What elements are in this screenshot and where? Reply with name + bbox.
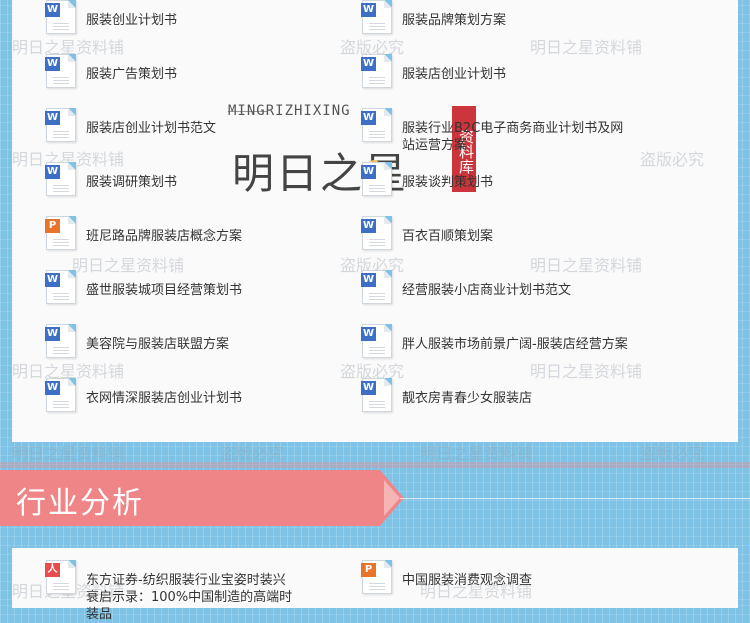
- file-type-badge: W: [361, 273, 376, 287]
- word-doc-icon: W: [45, 378, 76, 412]
- file-name: 服装谈判策划书: [402, 175, 494, 190]
- file-item[interactable]: W 服装品牌策划方案: [361, 0, 632, 34]
- file-type-badge: W: [45, 165, 60, 179]
- file-type-badge: W: [361, 57, 376, 71]
- file-name: 班尼路品牌服装店概念方案: [86, 229, 243, 244]
- file-type-badge: W: [361, 165, 376, 179]
- file-type-badge: W: [45, 111, 60, 125]
- word-doc-icon: W: [361, 216, 392, 250]
- file-name: 服装店创业计划书范文: [86, 121, 217, 136]
- file-name: 中国服装消费观念调查: [402, 573, 533, 588]
- file-name: 盛世服装城项目经营策划书: [86, 283, 243, 298]
- section-line: [400, 498, 750, 499]
- word-doc-icon: W: [45, 162, 76, 196]
- word-doc-icon: W: [45, 54, 76, 88]
- file-type-badge: W: [361, 111, 376, 125]
- file-name: 服装店创业计划书: [402, 67, 507, 82]
- watermark-text: 盗版必究: [640, 150, 705, 169]
- file-type-badge: P: [361, 563, 376, 577]
- word-doc-icon: W: [361, 0, 392, 34]
- file-type-badge: W: [361, 327, 376, 341]
- watermark-text: 明日之星资料铺: [12, 444, 125, 463]
- file-name: 服装调研策划书: [86, 175, 178, 190]
- ppt-doc-icon: P: [45, 216, 76, 250]
- file-name: 服装品牌策划方案: [402, 13, 507, 28]
- word-doc-icon: W: [361, 108, 392, 142]
- file-item[interactable]: W 服装创业计划书: [45, 0, 296, 34]
- watermark-text: 盗版必究: [640, 444, 705, 463]
- file-name: 美容院与服装店联盟方案: [86, 337, 230, 352]
- file-item[interactable]: W 服装店创业计划书范文: [45, 108, 296, 142]
- file-type-badge: W: [45, 57, 60, 71]
- file-type-badge: W: [45, 3, 60, 17]
- file-type-badge: W: [361, 3, 376, 17]
- file-name: 服装行业B2C电子商务商业计划书及网站运营方案: [402, 121, 624, 153]
- file-name: 靓衣房青春少女服装店: [402, 391, 533, 406]
- file-name: 百衣百顺策划案: [402, 229, 494, 244]
- file-item[interactable]: W 胖人服装市场前景广阔-服装店经营方案: [361, 324, 632, 358]
- ppt-doc-icon: P: [361, 560, 392, 594]
- file-item[interactable]: W 服装广告策划书: [45, 54, 296, 88]
- watermark-text: 盗版必究: [220, 444, 285, 463]
- file-name: 服装创业计划书: [86, 13, 178, 28]
- file-type-badge: W: [45, 273, 60, 287]
- pdf-doc-icon: 人: [45, 560, 76, 594]
- file-item[interactable]: W 美容院与服装店联盟方案: [45, 324, 296, 358]
- file-item[interactable]: W 百衣百顺策划案: [361, 216, 632, 250]
- word-doc-icon: W: [361, 378, 392, 412]
- word-doc-icon: W: [361, 324, 392, 358]
- file-item[interactable]: W 靓衣房青春少女服装店: [361, 378, 632, 412]
- file-name: 衣网情深服装店创业计划书: [86, 391, 243, 406]
- file-item[interactable]: W 衣网情深服装店创业计划书: [45, 378, 296, 412]
- file-item[interactable]: W 经营服装小店商业计划书范文: [361, 270, 632, 304]
- word-doc-icon: W: [45, 324, 76, 358]
- word-doc-icon: W: [361, 162, 392, 196]
- section-title: 行业分析: [16, 486, 144, 521]
- file-item[interactable]: W 服装谈判策划书: [361, 162, 632, 196]
- file-item[interactable]: W 盛世服装城项目经营策划书: [45, 270, 296, 304]
- word-doc-icon: W: [45, 270, 76, 304]
- section-arrow-icon: [384, 480, 400, 516]
- file-type-badge: W: [45, 327, 60, 341]
- word-doc-icon: W: [45, 108, 76, 142]
- watermark-text: 明日之星资料铺: [420, 444, 533, 463]
- file-type-badge: P: [45, 219, 60, 233]
- file-type-badge: W: [361, 381, 376, 395]
- file-name: 经营服装小店商业计划书范文: [402, 283, 572, 298]
- file-item[interactable]: P 班尼路品牌服装店概念方案: [45, 216, 296, 250]
- file-name: 东方证券-纺织服装行业宝姿时装兴衰启示录：100%中国制造的高端时装品: [86, 573, 293, 622]
- file-type-badge: W: [361, 219, 376, 233]
- file-type-badge: 人: [45, 563, 60, 577]
- file-item[interactable]: 人东方证券-纺织服装行业宝姿时装兴衰启示录：100%中国制造的高端时装品: [45, 560, 296, 623]
- file-type-badge: W: [45, 381, 60, 395]
- file-item[interactable]: W 服装调研策划书: [45, 162, 296, 196]
- word-doc-icon: W: [361, 270, 392, 304]
- file-item[interactable]: W 服装行业B2C电子商务商业计划书及网站运营方案: [361, 108, 632, 154]
- file-name: 胖人服装市场前景广阔-服装店经营方案: [402, 337, 628, 352]
- word-doc-icon: W: [45, 0, 76, 34]
- file-name: 服装广告策划书: [86, 67, 178, 82]
- file-item[interactable]: P 中国服装消费观念调查: [361, 560, 632, 594]
- word-doc-icon: W: [361, 54, 392, 88]
- file-item[interactable]: W 服装店创业计划书: [361, 54, 632, 88]
